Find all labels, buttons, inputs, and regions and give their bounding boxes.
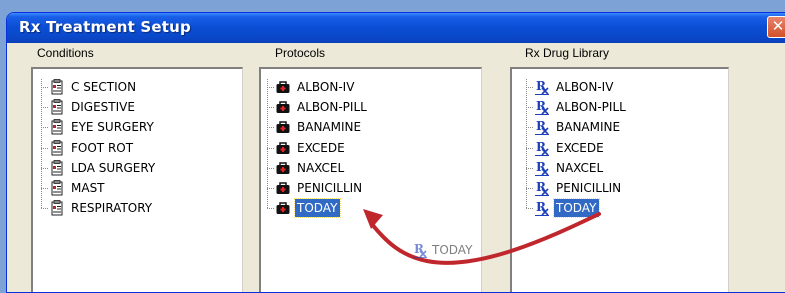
tree-item[interactable]: EXCEDE — [534, 138, 607, 158]
tree-item-label: TODAY — [293, 198, 342, 219]
tree-branch-line — [526, 87, 533, 88]
protocols-tree[interactable]: ALBON-IV ALBON-PILL BANAMINE EXCEDE NAXCEL PE… — [259, 67, 482, 292]
tree-item-label: PENICILLIN — [556, 181, 622, 195]
tree-item[interactable]: EYE SURGERY — [49, 117, 157, 137]
clipboard-rx-icon — [51, 180, 63, 196]
rx-symbol-icon — [534, 139, 550, 156]
medical-bag-icon — [275, 101, 291, 114]
tree-branch-line — [41, 208, 48, 210]
tree-branch-line — [267, 107, 274, 109]
tree-branch-line — [267, 87, 274, 88]
tree-item[interactable]: TODAY — [275, 198, 342, 219]
tree-item-label: NAXCEL — [297, 160, 345, 175]
tree-item[interactable]: ALBON-IV — [534, 77, 616, 97]
tree-branch-line — [267, 208, 274, 210]
clipboard-rx-icon — [51, 200, 63, 216]
drag-ghost-label: TODAY — [432, 243, 473, 257]
tree-branch-line — [526, 147, 533, 149]
tree-item[interactable]: MAST — [49, 178, 108, 198]
tree-branch-line — [41, 147, 48, 149]
title-bar[interactable]: Rx Treatment Setup ✕ — [7, 13, 785, 43]
tree-branch-line — [41, 127, 48, 129]
rx-symbol-icon — [534, 180, 550, 196]
protocols-header: Protocols — [275, 46, 326, 60]
close-button[interactable]: ✕ — [767, 16, 785, 38]
rx-symbol-icon — [534, 99, 550, 116]
rx-symbol-icon — [534, 159, 550, 176]
conditions-header: Conditions — [37, 46, 94, 60]
rx-symbol-icon — [534, 119, 550, 136]
tree-branch-line — [526, 167, 533, 169]
tree-branch-line — [267, 127, 274, 129]
drug-library-tree[interactable]: ALBON-IV ALBON-PILL BANAMINE EXCEDE NAXCEL PE… — [510, 67, 729, 292]
tree-item[interactable]: TODAY — [534, 198, 601, 219]
tree-item-label: ALBON-IV — [556, 80, 614, 94]
tree-item-label: RESPIRATORY — [71, 201, 153, 216]
tree-item-label: BANAMINE — [297, 120, 362, 135]
tree-item-label: ALBON-PILL — [556, 100, 626, 115]
tree-item[interactable]: EXCEDE — [275, 138, 348, 158]
drag-ghost-item: TODAY — [412, 242, 472, 258]
clipboard-rx-icon — [51, 139, 63, 156]
tree-item-label: BANAMINE — [556, 120, 621, 135]
tree-item-label: EXCEDE — [297, 140, 345, 155]
tree-item[interactable]: PENICILLIN — [534, 178, 624, 198]
tree-branch-line — [41, 107, 48, 109]
tree-item-label: NAXCEL — [556, 160, 604, 175]
tree-item-label: PENICILLIN — [297, 181, 363, 195]
rx-symbol-icon — [534, 79, 550, 95]
clipboard-rx-icon — [51, 79, 63, 95]
tree-item-label: C SECTION — [71, 80, 137, 94]
tree-item-label: MAST — [71, 181, 105, 195]
rx-symbol-icon — [412, 242, 428, 258]
tree-item[interactable]: RESPIRATORY — [49, 198, 155, 218]
tree-item[interactable]: NAXCEL — [534, 158, 606, 178]
tree-item-label: ALBON-IV — [297, 80, 355, 94]
rx-symbol-icon — [534, 200, 550, 217]
tree-item[interactable]: DIGESTIVE — [49, 97, 138, 117]
tree-branch-line — [267, 188, 274, 189]
tree-branch-line — [526, 188, 533, 189]
tree-item-label: EYE SURGERY — [71, 120, 154, 135]
tree-item[interactable]: NAXCEL — [275, 158, 347, 178]
clipboard-rx-icon — [51, 119, 63, 135]
conditions-tree[interactable]: C SECTION DIGESTIVE EYE SURGERY FOOT ROT LDA… — [31, 67, 243, 292]
tree-branch-line — [41, 87, 48, 88]
tree-item[interactable]: ALBON-PILL — [275, 97, 370, 117]
clipboard-rx-icon — [51, 159, 63, 176]
tree-item-label: FOOT ROT — [71, 140, 134, 155]
tree-item-label: ALBON-PILL — [297, 100, 367, 115]
tree-item[interactable]: FOOT ROT — [49, 138, 136, 158]
medical-bag-icon — [275, 182, 291, 195]
tree-item-label: TODAY — [552, 198, 601, 219]
medical-bag-icon — [275, 141, 291, 155]
medical-bag-icon — [275, 81, 291, 94]
tree-branch-line — [41, 188, 48, 189]
tree-item[interactable]: BANAMINE — [534, 117, 623, 137]
tree-branch-line — [267, 147, 274, 149]
tree-branch-line — [526, 107, 533, 109]
medical-bag-icon — [275, 162, 291, 175]
tree-branch-line — [526, 127, 533, 129]
rx-treatment-setup-window: Rx Treatment Setup ✕ Conditions Protocol… — [6, 12, 785, 293]
tree-item[interactable]: LDA SURGERY — [49, 158, 158, 178]
tree-item-label: LDA SURGERY — [71, 160, 156, 175]
clipboard-rx-icon — [51, 99, 63, 115]
tree-item[interactable]: ALBON-IV — [275, 77, 357, 97]
tree-item-label: DIGESTIVE — [71, 100, 135, 115]
medical-bag-icon — [275, 202, 291, 215]
window-title: Rx Treatment Setup — [19, 18, 191, 36]
tree-item[interactable]: ALBON-PILL — [534, 97, 629, 117]
tree-item[interactable]: BANAMINE — [275, 117, 364, 137]
drug-library-header: Rx Drug Library — [525, 46, 610, 60]
tree-branch-line — [267, 167, 274, 169]
close-icon: ✕ — [771, 17, 785, 35]
tree-item[interactable]: C SECTION — [49, 77, 139, 97]
tree-branch-line — [41, 167, 48, 169]
tree-branch-line — [526, 208, 533, 210]
tree-item-label: EXCEDE — [556, 140, 604, 155]
medical-bag-icon — [275, 121, 291, 135]
tree-item[interactable]: PENICILLIN — [275, 178, 365, 198]
